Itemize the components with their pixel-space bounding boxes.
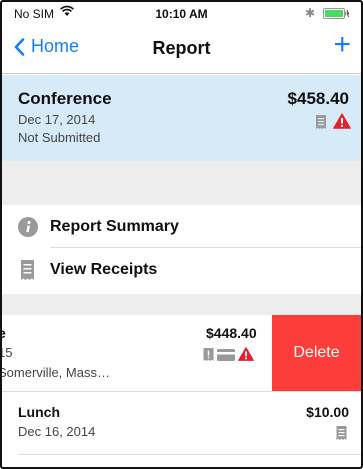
expense-location: Somerville, Mass… <box>2 365 110 380</box>
view-receipts-label: View Receipts <box>50 261 158 278</box>
report-name: Conference <box>18 89 112 108</box>
navigation-bar: Home Report + <box>2 26 361 74</box>
expense-status-icons <box>203 347 254 366</box>
report-header[interactable]: Conference Dec 17, 2014 Not Submitted $4… <box>2 75 361 161</box>
expense-name: Lunch <box>18 404 60 420</box>
expense-date: 15 <box>2 345 13 360</box>
receipt-missing-icon <box>203 347 214 366</box>
divider <box>18 454 361 455</box>
view-receipts-row[interactable]: View Receipts <box>2 248 361 294</box>
receipt-icon <box>315 115 327 134</box>
expense-row[interactable]: Lunch Dec 16, 2014 $10.00 <box>2 392 361 452</box>
alert-icon <box>333 113 351 134</box>
report-amount: $458.40 <box>287 89 349 108</box>
report-status: Not Submitted <box>18 130 101 145</box>
add-button[interactable]: + <box>333 30 351 60</box>
page-title: Report <box>152 38 211 58</box>
section-spacer <box>2 294 361 315</box>
report-summary-label: Report Summary <box>50 218 179 235</box>
status-bar: No SIM 10:10 AM ✱ <box>2 2 361 26</box>
section-spacer <box>2 161 361 205</box>
info-icon <box>18 217 38 242</box>
delete-button[interactable]: Delete <box>272 315 361 391</box>
report-date: Dec 17, 2014 <box>18 112 96 127</box>
receipt-icon <box>336 426 347 445</box>
receipt-icon <box>20 260 35 285</box>
report-summary-row[interactable]: Report Summary <box>2 205 361 251</box>
alert-icon <box>238 347 254 366</box>
expense-row-swiped: e 15 Somerville, Mass… $448.40 <box>2 315 361 391</box>
expense-name: e <box>2 325 6 341</box>
expense-amount: $448.40 <box>206 325 257 341</box>
expense-amount: $10.00 <box>306 404 349 420</box>
bluetooth-icon: ✱ <box>304 6 315 20</box>
phone-screen: No SIM 10:10 AM ✱ Home Report + Conferen… <box>0 0 363 469</box>
expense-date: Dec 16, 2014 <box>18 424 96 439</box>
expense-row-content[interactable]: e 15 Somerville, Mass… $448.40 <box>2 315 277 391</box>
battery-icon <box>323 8 350 19</box>
credit-card-icon <box>217 348 235 366</box>
